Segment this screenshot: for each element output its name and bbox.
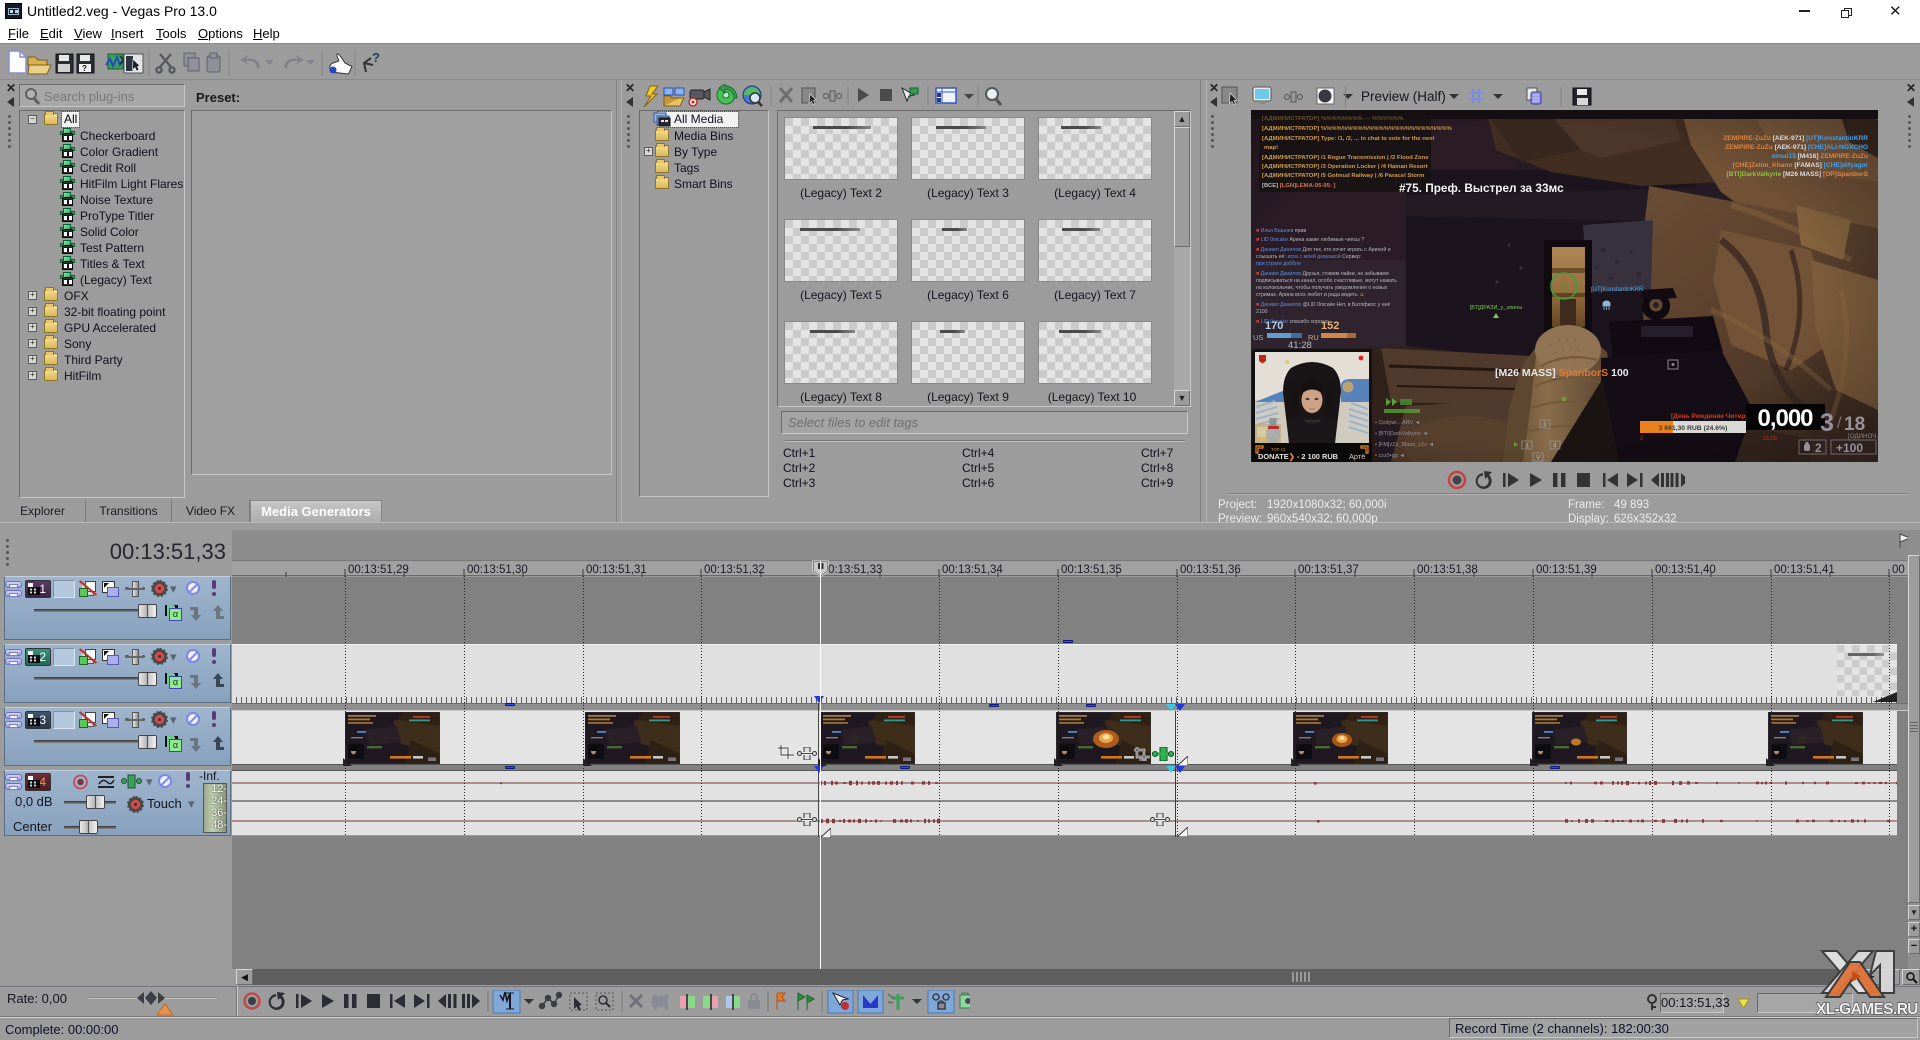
svg-text:[BTI]DarkValkyrie [M26 MASS] [: [BTI]DarkValkyrie [M26 MASS] [OP]Spanbor… — [1727, 171, 1869, 178]
svg-text:+100: +100 — [1836, 441, 1863, 455]
svg-text:V: V — [1536, 455, 1541, 462]
svg-text:00: 00 — [1892, 564, 1905, 576]
svg-text:00:13:51,41: 00:13:51,41 — [1774, 564, 1835, 576]
svg-text:■ Даниил Данилов @LID 0nicake: ■ Даниил Данилов @LID 0nicake Нет, в Бат… — [1256, 302, 1390, 308]
svg-text:■ LID 0nicake Арина какие люби: ■ LID 0nicake Арина какие любимые чипсы … — [1256, 237, 1364, 243]
svg-text:на колокольчик, чтобы получать: на колокольчик, чтобы получать уведомлен… — [1256, 285, 1388, 291]
svg-text:Preview (Half): Preview (Half) — [1361, 89, 1446, 104]
svg-text:00:13:51,36: 00:13:51,36 — [1180, 564, 1241, 576]
svg-text:00:13:51,35: 00:13:51,35 — [1061, 564, 1122, 576]
svg-text:170: 170 — [1265, 320, 1283, 332]
svg-text:2100: 2100 — [1256, 309, 1268, 315]
svg-text:[АДМИНИСТРАТОР] %%%%%%%%%%%%%: [АДМИНИСТРАТОР] %%%%%%%%%%%%%%%%%%%%%%%%… — [1262, 126, 1453, 132]
svg-text:стримах. Арина всех любит и ра: стримах. Арина всех любит и рада видеть … — [1256, 292, 1365, 298]
svg-text:[ВСЕ] [LGN]LEMA-95-95: ]: [ВСЕ] [LGN]LEMA-95-95: ] — [1262, 183, 1335, 189]
svg-text:при страте доббле: при страте доббле — [1256, 261, 1301, 267]
svg-text:[АДМИНИСТРАТОР] Type: /1, /2,: [АДМИНИСТРАТОР] Type: /1, /2, ... in cha… — [1262, 136, 1434, 142]
svg-text:3 691,30 RUB (24.6%): 3 691,30 RUB (24.6%) — [1659, 425, 1728, 432]
svg-text:3: 3 — [1820, 409, 1834, 437]
svg-text:DONATE❯ - 2 100 RUB: DONATE❯ - 2 100 RUB — [1258, 452, 1338, 461]
svg-text:• Codywi…ARV ◄: • Codywi…ARV ◄ — [1375, 420, 1420, 426]
svg-text:[M26 MASS] SpanborS 100: [M26 MASS] SpanborS 100 — [1495, 367, 1629, 379]
svg-text:[БТ]ДРАЗИ_у_элины: [БТ]ДРАЗИ_у_элины — [1470, 305, 1523, 311]
svg-text:00:13:51,30: 00:13:51,30 — [467, 564, 528, 576]
svg-text:?: ? — [372, 50, 380, 65]
svg-text:[ОДИНОЧ.]: [ОДИНОЧ.] — [1848, 433, 1878, 440]
svg-text:map!: map! — [1264, 145, 1278, 151]
svg-text:US: US — [1253, 333, 1263, 342]
svg-text:ZEMPIRE-ZuZu [AEK-971] [UT]Kon: ZEMPIRE-ZuZu [AEK-971] [UT]KonstantinKRR — [1723, 135, 1868, 142]
svg-text:?: ? — [82, 64, 87, 73]
svg-text:1: 1 — [1543, 422, 1547, 429]
svg-text:15,00: 15,00 — [1763, 436, 1777, 442]
svg-text:00:13:51,38: 00:13:51,38 — [1417, 564, 1478, 576]
svg-text:[UT]KonstantinKRR: [UT]KonstantinKRR — [1591, 287, 1644, 293]
svg-text:■ Даниил Данилов Для тех, кто: ■ Даниил Данилов Для тех, кто хочет игра… — [1256, 246, 1391, 253]
svg-text:00:13:51,34: 00:13:51,34 — [942, 564, 1003, 576]
svg-text:[АДМИНИСТРАТОР] /3 Operation: [АДМИНИСТРАТОР] /3 Operation Locker | /4… — [1262, 164, 1428, 170]
svg-text:ZEMPIRE-ZuZu [AEK-971] [CHE]AL: ZEMPIRE-ZuZu [AEK-971] [CHE]ALI-NOXCHO — [1725, 144, 1868, 151]
svg-text:[CHE]Zelim_Khann [FAMAS] [CHE]: [CHE]Zelim_Khann [FAMAS] [CHE]difyagor — [1733, 162, 1869, 169]
svg-text:00:13:51,39: 00:13:51,39 — [1536, 564, 1597, 576]
svg-text:#75. Преф. Выстрел за 33мс: #75. Преф. Выстрел за 33мс — [1399, 181, 1564, 195]
svg-text:152: 152 — [1321, 320, 1339, 332]
svg-text:■ Даниил Данилов Друзья, стави: ■ Даниил Данилов Друзья, ставим лайки, н… — [1256, 270, 1389, 277]
svg-text:0:13:51,33: 0:13:51,33 — [828, 564, 882, 576]
svg-text:• [FM]zZz_Blaze_zZz ◄: • [FM]zZz_Blaze_zZz ◄ — [1375, 442, 1434, 448]
svg-text:2: 2 — [1815, 441, 1822, 455]
svg-text:[АДМИНИСТРАТОР] /5 Golmud Rai: [АДМИНИСТРАТОР] /5 Golmud Railway | /6 P… — [1262, 173, 1424, 179]
svg-text:Артë: Артë — [1349, 452, 1365, 461]
svg-text:elmal13 [M416] ZEMPIRE-ZuZu: elmal13 [M416] ZEMPIRE-ZuZu — [1772, 153, 1868, 160]
svg-text:• [BTI]DarkValkyrie ◄: • [BTI]DarkValkyrie ◄ — [1375, 431, 1428, 437]
svg-text:[АДМИНИСТРАТОР] /1 Rogue Tran: [АДМИНИСТРАТОР] /1 Rogue Transmission | … — [1262, 155, 1429, 161]
svg-text:подписываться на канал, особо: подписываться на канал, особо счастливые… — [1256, 278, 1397, 284]
svg-text:■ Илья Вишнев прив: ■ Илья Вишнев прив — [1256, 228, 1306, 234]
svg-text:0,000: 0,000 — [1757, 405, 1813, 432]
svg-text:[АДМИНИСТРАТОР] %%%%%%%% — %: [АДМИНИСТРАТОР] %%%%%%%% — %%%%%% — [1262, 116, 1404, 122]
svg-text:XL-GAMES.RU: XL-GAMES.RU — [1816, 1001, 1918, 1018]
svg-text:• zzz9•gg ◄: • zzz9•gg ◄ — [1375, 453, 1405, 459]
svg-text:00:13:51,37: 00:13:51,37 — [1298, 564, 1359, 576]
svg-text:00:13:51,31: 00:13:51,31 — [586, 564, 647, 576]
svg-text:2: 2 — [1640, 436, 1643, 442]
svg-text:слышать её: игра с моей девушк: слышать её: игра с моей девушкой Сервер: — [1256, 253, 1361, 260]
svg-text:00:13:51,32: 00:13:51,32 — [704, 564, 765, 576]
svg-text:4: 4 — [1553, 443, 1557, 450]
svg-text:3: 3 — [1525, 443, 1529, 450]
svg-text:18: 18 — [1844, 414, 1865, 435]
svg-text:00:13:51,40: 00:13:51,40 — [1655, 564, 1716, 576]
svg-text:/: / — [1837, 415, 1842, 432]
svg-text:00:13:51,29: 00:13:51,29 — [348, 564, 409, 576]
